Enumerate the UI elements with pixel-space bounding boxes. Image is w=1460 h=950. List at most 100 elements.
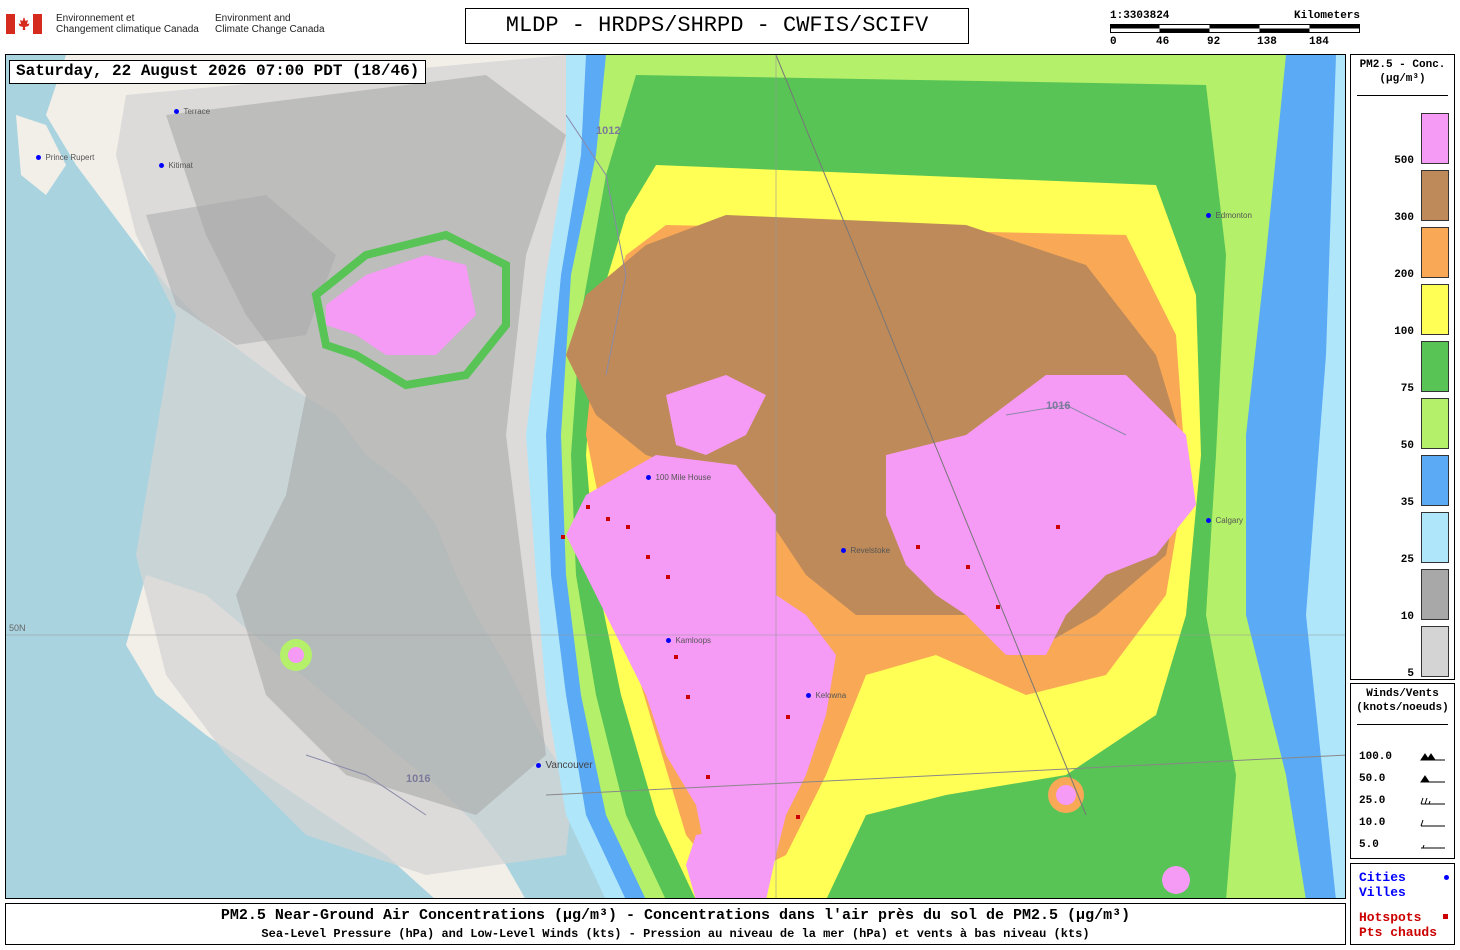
legend-title-line2: (µg/m³) bbox=[1379, 73, 1426, 85]
city-label: Kamloops bbox=[675, 636, 712, 645]
hotspots-legend: Hotspots Pts chauds bbox=[1359, 910, 1437, 940]
wind-title-line2: (knots/noeuds) bbox=[1356, 702, 1449, 714]
city-dot-icon bbox=[36, 155, 41, 160]
city-dot-icon bbox=[1444, 875, 1449, 880]
legend-threshold-label: 5 bbox=[1407, 668, 1414, 680]
wind-speed-label: 50.0 bbox=[1359, 773, 1386, 785]
city-dot-icon bbox=[1206, 518, 1211, 523]
legend-threshold-label: 75 bbox=[1400, 383, 1414, 395]
city-label: 100 Mile House bbox=[655, 473, 712, 482]
city-marker[interactable]: Edmonton bbox=[1206, 205, 1252, 223]
caption-line1: PM2.5 Near-Ground Air Concentrations (µg… bbox=[220, 907, 1131, 924]
wind-speed-label: 100.0 bbox=[1359, 751, 1393, 763]
hotspots-label-en: Hotspots bbox=[1359, 910, 1422, 925]
wind-speed-5: 5.0 bbox=[1359, 839, 1379, 851]
smoke-hotspot-island-core bbox=[288, 647, 304, 663]
model-title: MLDP - HRDPS/SHRPD - CWFIS/SCIFV bbox=[465, 8, 969, 44]
city-label: Kelowna bbox=[815, 691, 847, 700]
canada-flag-icon bbox=[6, 14, 42, 34]
legend-swatch-50 bbox=[1421, 398, 1449, 449]
wind-speed-100: 100.0 bbox=[1359, 751, 1392, 763]
wind-legend-title: Winds/Vents (knots/noeuds) bbox=[1351, 687, 1454, 715]
legend-swatch-5 bbox=[1421, 626, 1449, 677]
city-dot-icon bbox=[646, 475, 651, 480]
city-label: Edmonton bbox=[1215, 211, 1252, 220]
legend-threshold-label: 300 bbox=[1394, 212, 1414, 224]
points-legend: Cities Villes Hotspots Pts chauds bbox=[1350, 863, 1455, 945]
city-dot-icon bbox=[159, 163, 164, 168]
agency-name-fr: Environnement et Changement climatique C… bbox=[56, 13, 199, 35]
scale-unit: Kilometers bbox=[1293, 10, 1360, 22]
legend-swatch-500 bbox=[1421, 113, 1449, 164]
city-marker[interactable]: Kamloops bbox=[666, 630, 711, 648]
city-label: Prince Rupert bbox=[45, 153, 95, 162]
legend-swatch-100 bbox=[1421, 284, 1449, 335]
scale-ratio: 1:3303824 bbox=[1110, 10, 1170, 22]
cities-label-fr: Villes bbox=[1359, 885, 1406, 900]
scale-tick: 0 bbox=[1110, 36, 1117, 48]
agency-fr-line1: Environnement et bbox=[56, 13, 135, 24]
scale-bar-graphic bbox=[1110, 24, 1360, 33]
scale-tick: 92 bbox=[1207, 36, 1221, 48]
isobar-label: 1016 bbox=[1046, 400, 1071, 412]
city-marker[interactable]: Kelowna bbox=[806, 685, 846, 703]
legend-divider bbox=[1357, 95, 1448, 96]
legend-threshold-label: 500 bbox=[1394, 155, 1414, 167]
city-dot-icon bbox=[1206, 213, 1211, 218]
hotspot-square-icon bbox=[1443, 914, 1448, 919]
city-label: Kitimat bbox=[168, 161, 193, 170]
city-marker[interactable]: Calgary bbox=[1206, 510, 1243, 528]
city-label: Calgary bbox=[1215, 516, 1244, 525]
scale-tick: 184 bbox=[1309, 36, 1329, 48]
latitude-label: 50N bbox=[9, 623, 26, 633]
city-marker[interactable]: Prince Rupert bbox=[36, 147, 94, 165]
concentration-legend: PM2.5 - Conc. (µg/m³) 500 300 200 100 75 50 35… bbox=[1350, 54, 1455, 680]
legend-threshold-label: 25 bbox=[1400, 554, 1414, 566]
isobar-label: 1016 bbox=[406, 773, 431, 785]
wind-legend: Winds/Vents (knots/noeuds) 100.0 50.0 25… bbox=[1350, 683, 1455, 859]
legend-swatch-35 bbox=[1421, 455, 1449, 506]
agency-fr-line2: Changement climatique Canada bbox=[56, 24, 199, 35]
scale-tick: 138 bbox=[1257, 36, 1277, 48]
legend-swatch-75 bbox=[1421, 341, 1449, 392]
agency-name-en: Environment and Climate Change Canada bbox=[215, 13, 325, 35]
city-dot-icon bbox=[666, 638, 671, 643]
wind-speed-25: 25.0 bbox=[1359, 795, 1385, 807]
legend-swatch-10 bbox=[1421, 569, 1449, 620]
city-dot-icon bbox=[536, 763, 541, 768]
city-label: Vancouver bbox=[545, 760, 593, 771]
wind-speed-label: 10.0 bbox=[1359, 817, 1386, 829]
legend-threshold-label: 10 bbox=[1400, 611, 1414, 623]
isobar-label: 1012 bbox=[596, 125, 621, 137]
smoke-hotspot-creston-core bbox=[1056, 785, 1076, 805]
caption-line2: Sea-Level Pressure (hPa) and Low-Level W… bbox=[261, 927, 1090, 941]
legend-threshold-label: 35 bbox=[1400, 497, 1414, 509]
legend-swatch-200 bbox=[1421, 227, 1449, 278]
city-marker[interactable]: 100 Mile House bbox=[646, 467, 711, 485]
legend-swatch-25 bbox=[1421, 512, 1449, 563]
map-caption: PM2.5 Near-Ground Air Concentrations (µg… bbox=[5, 903, 1346, 945]
city-marker[interactable]: Vancouver bbox=[536, 755, 593, 773]
wind-speed-label: 25.0 bbox=[1359, 795, 1386, 807]
wind-speed-10: 10.0 bbox=[1359, 817, 1385, 829]
legend-threshold-label: 50 bbox=[1400, 440, 1414, 452]
city-dot-icon bbox=[841, 548, 846, 553]
city-marker[interactable]: Revelstoke bbox=[841, 540, 890, 558]
agency-en-line1: Environment and bbox=[215, 13, 291, 24]
legend-title-line1: PM2.5 - Conc. bbox=[1359, 59, 1446, 71]
scale-bar: 1:3303824 Kilometers 0 46 92 138 184 bbox=[1110, 10, 1360, 52]
hotspots-label-fr: Pts chauds bbox=[1359, 925, 1438, 940]
wind-speed-label: 5.0 bbox=[1359, 839, 1379, 851]
city-marker[interactable]: Terrace bbox=[174, 101, 210, 119]
city-label: Revelstoke bbox=[850, 546, 891, 555]
wind-speed-50: 50.0 bbox=[1359, 773, 1385, 785]
city-dot-icon bbox=[174, 109, 179, 114]
scale-tick: 46 bbox=[1156, 36, 1170, 48]
wind-barb-icons bbox=[1420, 753, 1445, 849]
smoke-forecast-map[interactable]: Prince Rupert Terrace Kitimat Vancouver … bbox=[5, 54, 1346, 899]
city-marker[interactable]: Kitimat bbox=[159, 155, 193, 173]
city-dot-icon bbox=[806, 693, 811, 698]
valid-time-label: Saturday, 22 August 2026 07:00 PDT (18/4… bbox=[9, 60, 427, 84]
cities-label-en: Cities bbox=[1359, 870, 1406, 885]
wind-title-line1: Winds/Vents bbox=[1366, 688, 1439, 700]
